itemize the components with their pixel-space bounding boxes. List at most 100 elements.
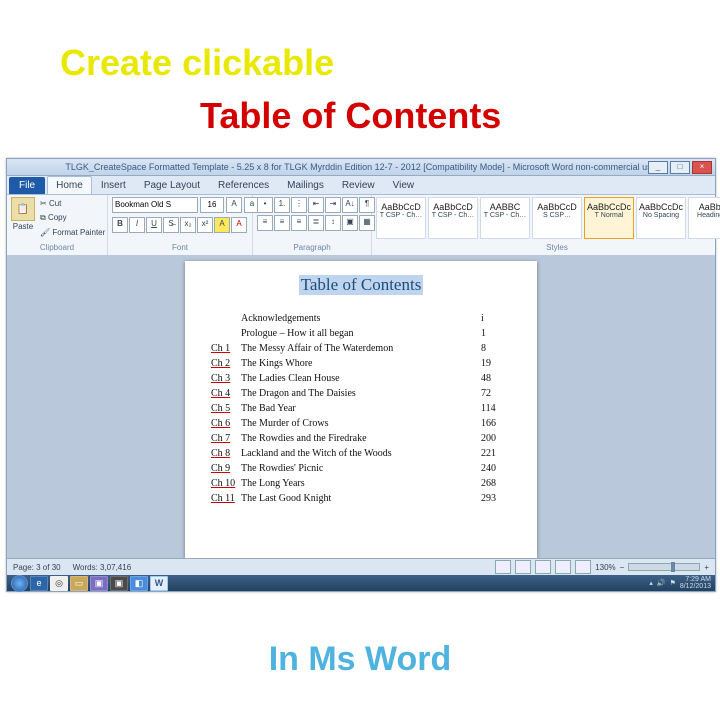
style-t-csp-ch-[interactable]: AaBbCcDT CSP - Ch… [376,197,426,239]
taskbar-app3-icon[interactable]: ◧ [130,576,148,591]
tray-volume-icon[interactable]: 🔊 [657,580,666,587]
toc-row[interactable]: Ch 10The Long Years268 [211,478,511,489]
zoom-slider[interactable] [628,563,700,571]
tray-network-icon[interactable]: ⚑ [670,580,676,587]
view-web-button[interactable] [535,560,551,574]
style-t-normal[interactable]: AaBbCcDcT Normal [584,197,634,239]
strike-button[interactable]: S̶ [163,217,179,233]
toc-entry-name: The Kings Whore [241,358,481,369]
justify-button[interactable]: ≣ [308,215,324,231]
close-button[interactable]: × [692,161,712,174]
paste-button[interactable]: 📋 Paste [11,197,35,231]
tab-insert[interactable]: Insert [92,176,135,194]
shading-button[interactable]: ▣ [342,215,358,231]
toc-row[interactable]: Ch 7The Rowdies and the Firedrake200 [211,433,511,444]
paste-icon: 📋 [11,197,35,221]
toc-entry-name: The Dragon and The Daisies [241,388,481,399]
toc-row[interactable]: Ch 11The Last Good Knight293 [211,493,511,504]
maximize-button[interactable]: □ [670,161,690,174]
tab-page-layout[interactable]: Page Layout [135,176,209,194]
minimize-button[interactable]: _ [648,161,668,174]
status-page[interactable]: Page: 3 of 30 [13,563,61,572]
group-label-paragraph: Paragraph [257,243,367,253]
font-size-select[interactable]: 16 [200,197,224,213]
cut-button[interactable]: ✂ Cut [37,197,108,210]
document-page[interactable]: Table of Contents Acknowledgementsi Prolo… [185,261,537,559]
tab-review[interactable]: Review [333,176,384,194]
highlight-button[interactable]: A [214,217,230,233]
multilevel-button[interactable]: ⋮ [291,197,307,213]
taskbar-app-icon[interactable]: ▣ [90,576,108,591]
toc-page-num: 19 [481,358,511,369]
toc-row[interactable]: Ch 1The Messy Affair of The Waterdemon8 [211,343,511,354]
toc-page-num: 72 [481,388,511,399]
toc-entry-name: The Last Good Knight [241,493,481,504]
group-font: Bookman Old S 16 A a B I U S̶ x₂ x² A A [108,195,253,255]
align-right-button[interactable]: ≡ [291,215,307,231]
taskbar-ie-icon[interactable]: e [30,576,48,591]
toc-row[interactable]: Ch 9The Rowdies' Picnic240 [211,463,511,474]
tray-arrow-icon[interactable]: ▴ [649,580,653,587]
tab-home[interactable]: Home [47,176,92,194]
taskbar-word-icon[interactable]: W [150,576,168,591]
annotation-footer: In Ms Word [0,640,720,679]
style-s-csp-[interactable]: AaBbCcDS CSP… [532,197,582,239]
style-heading-1[interactable]: AaBbCHeading 1 [688,197,720,239]
zoom-in-button[interactable]: + [704,563,709,572]
zoom-percent: 130% [595,563,615,572]
grow-font-button[interactable]: A [226,197,242,213]
line-spacing-button[interactable]: ↕ [325,215,341,231]
align-left-button[interactable]: ≡ [257,215,273,231]
bullets-button[interactable]: • [257,197,273,213]
status-words[interactable]: Words: 3,07,416 [73,563,132,572]
toc-row[interactable]: Acknowledgementsi [211,313,511,324]
style-t-csp-ch-[interactable]: AABBCT CSP - Ch… [480,197,530,239]
zoom-out-button[interactable]: − [620,563,625,572]
taskbar-explorer-icon[interactable]: ▭ [70,576,88,591]
taskbar-app2-icon[interactable]: ▣ [110,576,128,591]
italic-button[interactable]: I [129,217,145,233]
taskbar-chrome-icon[interactable]: ◎ [50,576,68,591]
tab-references[interactable]: References [209,176,278,194]
copy-label: Copy [48,213,67,222]
toc-page-num: 200 [481,433,511,444]
font-name-select[interactable]: Bookman Old S [112,197,198,213]
toc-chapter: Ch 11 [211,493,241,504]
toc-row[interactable]: Ch 8Lackland and the Witch of the Woods2… [211,448,511,459]
subscript-button[interactable]: x₂ [180,217,196,233]
group-label-styles: Styles [376,243,720,253]
bold-button[interactable]: B [112,217,128,233]
style-no-spacing[interactable]: AaBbCcDcNo Spacing [636,197,686,239]
toc-row[interactable]: Ch 4The Dragon and The Daisies72 [211,388,511,399]
toc-row[interactable]: Ch 2The Kings Whore19 [211,358,511,369]
taskbar-clock[interactable]: 7:29 AM 8/12/2013 [680,576,711,590]
toc-row[interactable]: Prologue – How it all began1 [211,328,511,339]
toc-entry-name: The Long Years [241,478,481,489]
document-area[interactable]: Table of Contents Acknowledgementsi Prolo… [7,255,715,559]
view-print-layout-button[interactable] [495,560,511,574]
view-outline-button[interactable] [555,560,571,574]
increase-indent-button[interactable]: ⇥ [325,197,341,213]
toc-row[interactable]: Ch 6The Murder of Crows166 [211,418,511,429]
style-t-csp-ch-[interactable]: AaBbCcDT CSP - Ch… [428,197,478,239]
view-fullscreen-button[interactable] [515,560,531,574]
superscript-button[interactable]: x² [197,217,213,233]
sort-button[interactable]: A↓ [342,197,358,213]
font-color-button[interactable]: A [231,217,247,233]
tab-file[interactable]: File [9,177,45,194]
toc-chapter: Ch 2 [211,358,241,369]
view-draft-button[interactable] [575,560,591,574]
copy-button[interactable]: ⧉ Copy [37,211,108,225]
tab-view[interactable]: View [384,176,424,194]
start-button[interactable] [11,575,28,592]
underline-button[interactable]: U [146,217,162,233]
align-center-button[interactable]: ≡ [274,215,290,231]
decrease-indent-button[interactable]: ⇤ [308,197,324,213]
tab-mailings[interactable]: Mailings [278,176,333,194]
numbering-button[interactable]: 1. [274,197,290,213]
format-painter-button[interactable]: 🖌 Format Painter [37,226,108,239]
ribbon: 📋 Paste ✂ Cut ⧉ Copy 🖌 Format Painter Cl… [7,195,715,256]
toc-row[interactable]: Ch 3The Ladies Clean House48 [211,373,511,384]
toc-title[interactable]: Table of Contents [299,275,424,295]
toc-row[interactable]: Ch 5The Bad Year114 [211,403,511,414]
